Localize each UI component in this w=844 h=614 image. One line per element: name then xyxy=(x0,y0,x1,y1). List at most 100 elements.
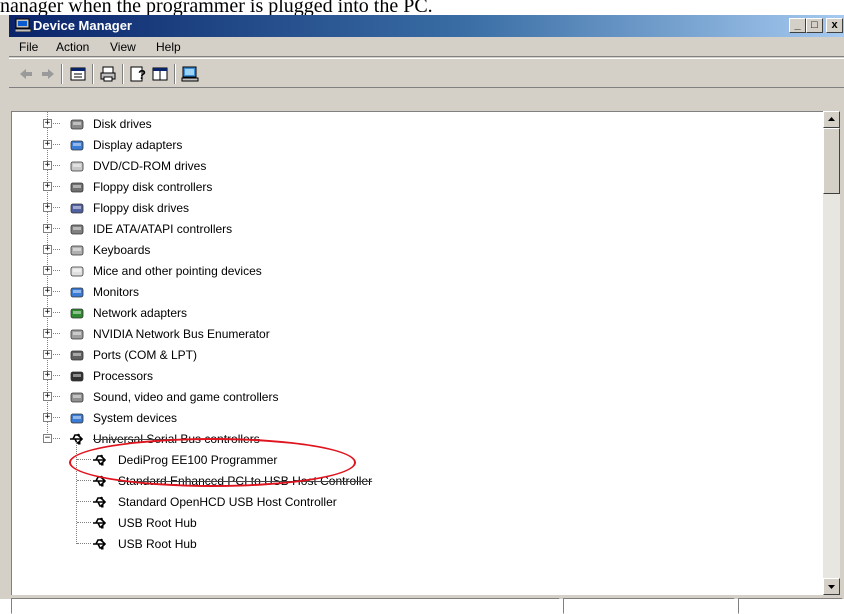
display-adapter-icon xyxy=(70,140,84,151)
svg-text:?: ? xyxy=(138,67,146,82)
usb-device-icon xyxy=(93,538,107,550)
collapse-toggle[interactable]: − xyxy=(43,434,52,443)
tree-category-row[interactable]: + Display adapters xyxy=(12,135,812,156)
scroll-down-button[interactable] xyxy=(823,578,840,595)
forward-icon[interactable] xyxy=(39,65,57,83)
minimize-button[interactable]: _ xyxy=(789,18,806,33)
tree-connector xyxy=(77,480,91,481)
tree-connector xyxy=(77,501,91,502)
tree-category-row[interactable]: + Sound, video and game controllers xyxy=(12,387,812,408)
tree-category-row[interactable]: + IDE ATA/ATAPI controllers xyxy=(12,219,812,240)
tree-category-label: Network adapters xyxy=(93,306,188,320)
expand-toggle[interactable]: + xyxy=(43,266,52,275)
expand-toggle[interactable]: + xyxy=(43,161,52,170)
tree-category-label: Floppy disk drives xyxy=(93,201,190,215)
device-tree[interactable]: + Disk drives + Display adapters + DVD/CD-ROM… xyxy=(11,111,823,595)
ide-controller-icon xyxy=(70,224,84,235)
cdrom-icon xyxy=(70,161,84,172)
expand-toggle[interactable]: + xyxy=(43,413,52,422)
expand-toggle[interactable]: + xyxy=(43,224,52,233)
processor-icon xyxy=(70,371,84,382)
tree-category-row[interactable]: + Processors xyxy=(12,366,812,387)
tree-category-row[interactable]: + Floppy disk controllers xyxy=(12,177,812,198)
status-panel-2 xyxy=(563,598,735,614)
tree-device-label: Standard OpenHCD USB Host Controller xyxy=(118,495,337,509)
menu-view[interactable]: View xyxy=(110,40,136,54)
status-panel-main xyxy=(11,598,560,614)
title-bar[interactable]: Device Manager _ □ x xyxy=(9,15,844,37)
print-icon[interactable] xyxy=(99,65,117,83)
tree-category-label: NVIDIA Network Bus Enumerator xyxy=(93,327,270,341)
toolbar: ? xyxy=(9,58,844,88)
toolbar-separator xyxy=(61,64,63,84)
expand-toggle[interactable]: + xyxy=(43,182,52,191)
sound-icon xyxy=(70,392,84,403)
menu-action[interactable]: Action xyxy=(56,40,89,54)
expand-toggle[interactable]: + xyxy=(43,371,52,380)
floppy-controller-icon xyxy=(70,182,84,193)
tree-category-row[interactable]: + DVD/CD-ROM drives xyxy=(12,156,812,177)
close-button[interactable]: x xyxy=(826,18,843,33)
tree-category-label: System devices xyxy=(93,411,178,425)
tree-category-row[interactable]: + Monitors xyxy=(12,282,812,303)
keyboard-icon xyxy=(70,245,84,256)
tree-device-row[interactable]: USB Root Hub xyxy=(12,513,812,534)
floppy-drive-icon xyxy=(70,203,84,214)
scan-hardware-icon[interactable] xyxy=(181,65,199,83)
computer-icon xyxy=(15,18,31,32)
expand-toggle[interactable]: + xyxy=(43,245,52,254)
tree-connector xyxy=(77,543,91,544)
expand-toggle[interactable]: + xyxy=(43,392,52,401)
expand-toggle[interactable]: + xyxy=(43,119,52,128)
tree-category-label: Monitors xyxy=(93,285,140,299)
vertical-scrollbar[interactable] xyxy=(823,111,840,595)
port-icon xyxy=(70,350,84,361)
tree-category-label: Keyboards xyxy=(93,243,151,257)
menu-bar: File Action View Help xyxy=(9,37,844,57)
expand-toggle[interactable]: + xyxy=(43,287,52,296)
tree-category-row[interactable]: + Disk drives xyxy=(12,114,812,135)
scroll-up-button[interactable] xyxy=(823,111,840,128)
tree-category-row[interactable]: + Keyboards xyxy=(12,240,812,261)
tree-category-label: Sound, video and game controllers xyxy=(93,390,279,404)
tree-category-row[interactable]: + Floppy disk drives xyxy=(12,198,812,219)
mouse-icon xyxy=(70,266,84,277)
tree-category-row[interactable]: + Mice and other pointing devices xyxy=(12,261,812,282)
usb-device-icon xyxy=(93,517,107,529)
expand-toggle[interactable]: + xyxy=(43,203,52,212)
tree-category-label: DVD/CD-ROM drives xyxy=(93,159,207,173)
expand-toggle[interactable]: + xyxy=(43,308,52,317)
tree-category-label: Processors xyxy=(93,369,154,383)
back-icon[interactable] xyxy=(17,65,35,83)
tree-category-label: Mice and other pointing devices xyxy=(93,264,262,278)
tree-category-row[interactable]: + NVIDIA Network Bus Enumerator xyxy=(12,324,812,345)
tree-category-label: Ports (COM & LPT) xyxy=(93,348,198,362)
tree-category-row[interactable]: + System devices xyxy=(12,408,812,429)
expand-toggle[interactable]: + xyxy=(43,329,52,338)
usb-device-icon xyxy=(93,496,107,508)
help-icon[interactable]: ? xyxy=(129,65,147,83)
tree-category-label: Disk drives xyxy=(93,117,152,131)
expand-toggle[interactable]: + xyxy=(43,140,52,149)
tree-device-label: USB Root Hub xyxy=(118,516,197,530)
menu-help[interactable]: Help xyxy=(156,40,181,54)
properties-icon[interactable] xyxy=(69,65,87,83)
expand-toggle[interactable]: + xyxy=(43,350,52,359)
arrow-up-icon xyxy=(828,117,835,121)
menu-file[interactable]: File xyxy=(19,40,38,54)
tree-category-label: Floppy disk controllers xyxy=(93,180,213,194)
scroll-thumb[interactable] xyxy=(823,128,840,194)
monitor-icon xyxy=(70,287,84,298)
tree-connector xyxy=(77,522,91,523)
tree-category-row[interactable]: + Ports (COM & LPT) xyxy=(12,345,812,366)
toolbar-separator xyxy=(122,64,124,84)
tree-device-row[interactable]: USB Root Hub xyxy=(12,534,812,555)
system-device-icon xyxy=(70,413,84,424)
show-hide-console-tree-icon[interactable] xyxy=(151,65,169,83)
tree-category-row[interactable]: + Network adapters xyxy=(12,303,812,324)
maximize-button[interactable]: □ xyxy=(806,18,823,33)
usb-icon xyxy=(70,433,84,445)
tree-device-row[interactable]: Standard OpenHCD USB Host Controller xyxy=(12,492,812,513)
bus-enumerator-icon xyxy=(70,329,84,340)
network-adapter-icon xyxy=(70,308,84,319)
